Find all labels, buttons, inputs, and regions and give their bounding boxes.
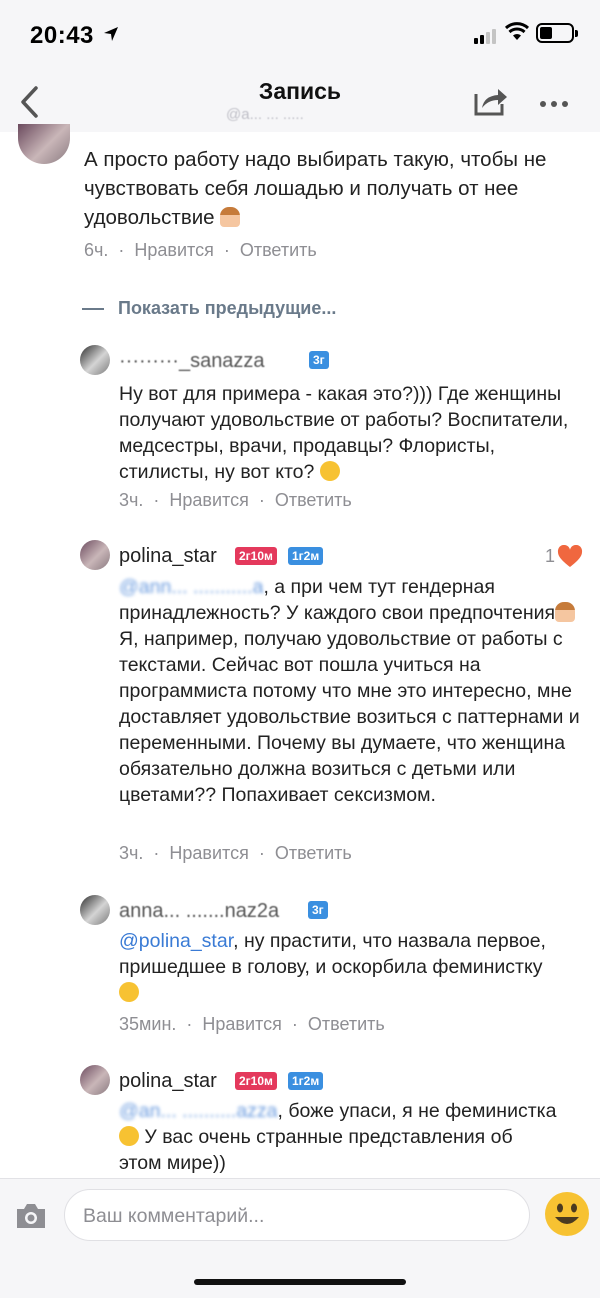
comment-username[interactable]: polina_star (119, 1070, 217, 1093)
account-age-badge: 3г (308, 901, 328, 919)
more-options-icon[interactable] (540, 94, 574, 107)
wifi-icon (504, 22, 530, 40)
page-title: Запись (258, 78, 342, 104)
comment-body-continued: У вас очень странные представления об эт… (119, 1126, 513, 1174)
comment-time: 3ч. (119, 490, 144, 510)
status-bar: 20:43 (0, 0, 600, 70)
like-button[interactable]: Нравится (169, 843, 248, 863)
like-button[interactable]: Нравится (134, 240, 213, 260)
mention-link[interactable]: @ann... ...........a (119, 576, 263, 598)
comment-time: 6ч. (84, 240, 109, 260)
avatar[interactable] (80, 540, 110, 570)
comment-body-continued: Я, например, получаю удовольствие от раб… (119, 628, 580, 806)
reply-button[interactable]: Ответить (275, 843, 352, 863)
mention-link[interactable]: @an... ..........azza (119, 1100, 278, 1122)
account-age-badge: 3г (309, 351, 329, 369)
dash-icon (82, 308, 104, 311)
show-previous-link[interactable]: Показать предыдущие... (82, 298, 336, 319)
comment-username[interactable]: anna... .......naz2a (119, 900, 279, 923)
tears-of-joy-emoji-icon (119, 982, 139, 1002)
like-button[interactable]: Нравится (202, 1014, 281, 1034)
avatar[interactable] (18, 124, 70, 164)
tears-of-joy-emoji-icon (119, 1126, 139, 1146)
emoji-picker-icon[interactable] (544, 1191, 590, 1237)
account-age-badge: 2г10м (235, 547, 277, 565)
account-age-badge: 1г2м (288, 547, 324, 565)
avatar[interactable] (80, 1065, 110, 1095)
battery-icon (536, 23, 578, 43)
comment-text: @an... ..........azza, боже упаси, я не … (119, 1098, 559, 1176)
avatar[interactable] (80, 345, 110, 375)
comment-meta: 35мин. · Нравится · Ответить (119, 1014, 385, 1034)
nav-header: Запись @a... ... ..... (0, 70, 600, 132)
comment-time: 3ч. (119, 843, 144, 863)
avatar[interactable] (80, 895, 110, 925)
comment-text: @ann... ...........a, а при чем тут генд… (119, 574, 584, 808)
comment-username[interactable]: ·········_sanazza (119, 350, 265, 373)
shrug-woman-emoji-icon (220, 207, 241, 227)
reply-button[interactable]: Ответить (308, 1014, 385, 1034)
cellular-signal-icon (474, 26, 498, 44)
comment-text: @polina_star, ну прастити, что назвала п… (119, 928, 549, 1006)
share-icon[interactable] (470, 82, 510, 118)
mention-link[interactable]: @polina_star (119, 930, 233, 952)
comment-time: 35мин. (119, 1014, 177, 1034)
comment-input-bar (0, 1178, 600, 1298)
comment-field[interactable] (64, 1189, 530, 1241)
like-button[interactable]: Нравится (169, 490, 248, 510)
comment-body: Ну вот для примера - какая это?))) Где ж… (119, 383, 569, 483)
status-time: 20:43 (30, 22, 94, 49)
comment-input[interactable] (81, 1202, 515, 1230)
comment-body: А просто работу надо выбирать такую, что… (84, 148, 547, 229)
reply-button[interactable]: Ответить (240, 240, 317, 260)
comment-meta: 3ч. · Нравится · Ответить (119, 843, 352, 863)
comment-username[interactable]: polina_star (119, 545, 217, 568)
account-age-badge: 2г10м (235, 1072, 277, 1090)
heart-icon[interactable] (557, 545, 583, 569)
show-previous-label: Показать предыдущие... (118, 298, 337, 318)
comment-meta: 6ч. · Нравится · Ответить (84, 240, 317, 260)
location-arrow-icon (104, 27, 118, 41)
grin-emoji-icon (319, 461, 340, 481)
comment-text: А просто работу надо выбирать такую, что… (84, 145, 574, 232)
camera-icon[interactable] (14, 1201, 48, 1231)
shrug-woman-emoji-icon (555, 602, 576, 622)
comment-text: Ну вот для примера - какая это?))) Где ж… (119, 381, 579, 485)
account-age-badge: 1г2м (288, 1072, 324, 1090)
home-indicator (194, 1279, 406, 1285)
comment-body: , боже упаси, я не феминистка (277, 1100, 557, 1122)
post-author-blurred: @a... ... ..... (226, 106, 304, 123)
reply-button[interactable]: Ответить (275, 490, 352, 510)
like-count: 1 (545, 546, 556, 566)
comment-meta: 3ч. · Нравится · Ответить (119, 490, 352, 510)
